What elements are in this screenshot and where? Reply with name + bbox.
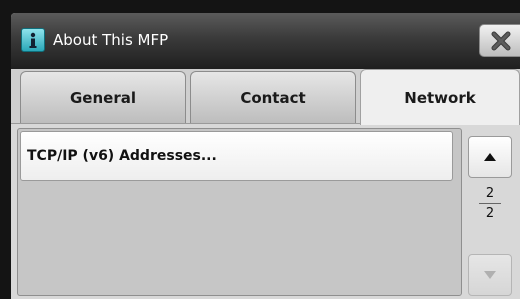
scroll-up-button[interactable] (468, 136, 512, 178)
address-list: TCP/IP (v6) Addresses... (17, 128, 462, 296)
tab-content: TCP/IP (v6) Addresses... 2 2 (11, 123, 520, 299)
scroll-down-button[interactable] (468, 254, 512, 296)
triangle-up-icon (484, 153, 496, 161)
close-icon (491, 31, 511, 51)
triangle-down-icon (484, 271, 496, 279)
window-title: About This MFP (53, 31, 169, 49)
tab-network[interactable]: Network (360, 69, 520, 125)
total-pages: 2 (485, 206, 495, 221)
close-button[interactable] (479, 24, 520, 57)
list-item-tcpip-v6[interactable]: TCP/IP (v6) Addresses... (20, 131, 453, 181)
tab-bar: General Contact Network (11, 69, 520, 125)
title-bar: About This MFP (11, 13, 520, 69)
page-indicator: 2 2 (468, 186, 512, 221)
info-icon (21, 28, 45, 52)
page-divider (479, 203, 501, 204)
current-page: 2 (485, 186, 495, 201)
tab-general[interactable]: General (20, 71, 186, 123)
about-dialog: About This MFP General Contact Network T… (11, 13, 520, 299)
pager: 2 2 (468, 136, 514, 296)
tab-contact[interactable]: Contact (190, 71, 356, 123)
